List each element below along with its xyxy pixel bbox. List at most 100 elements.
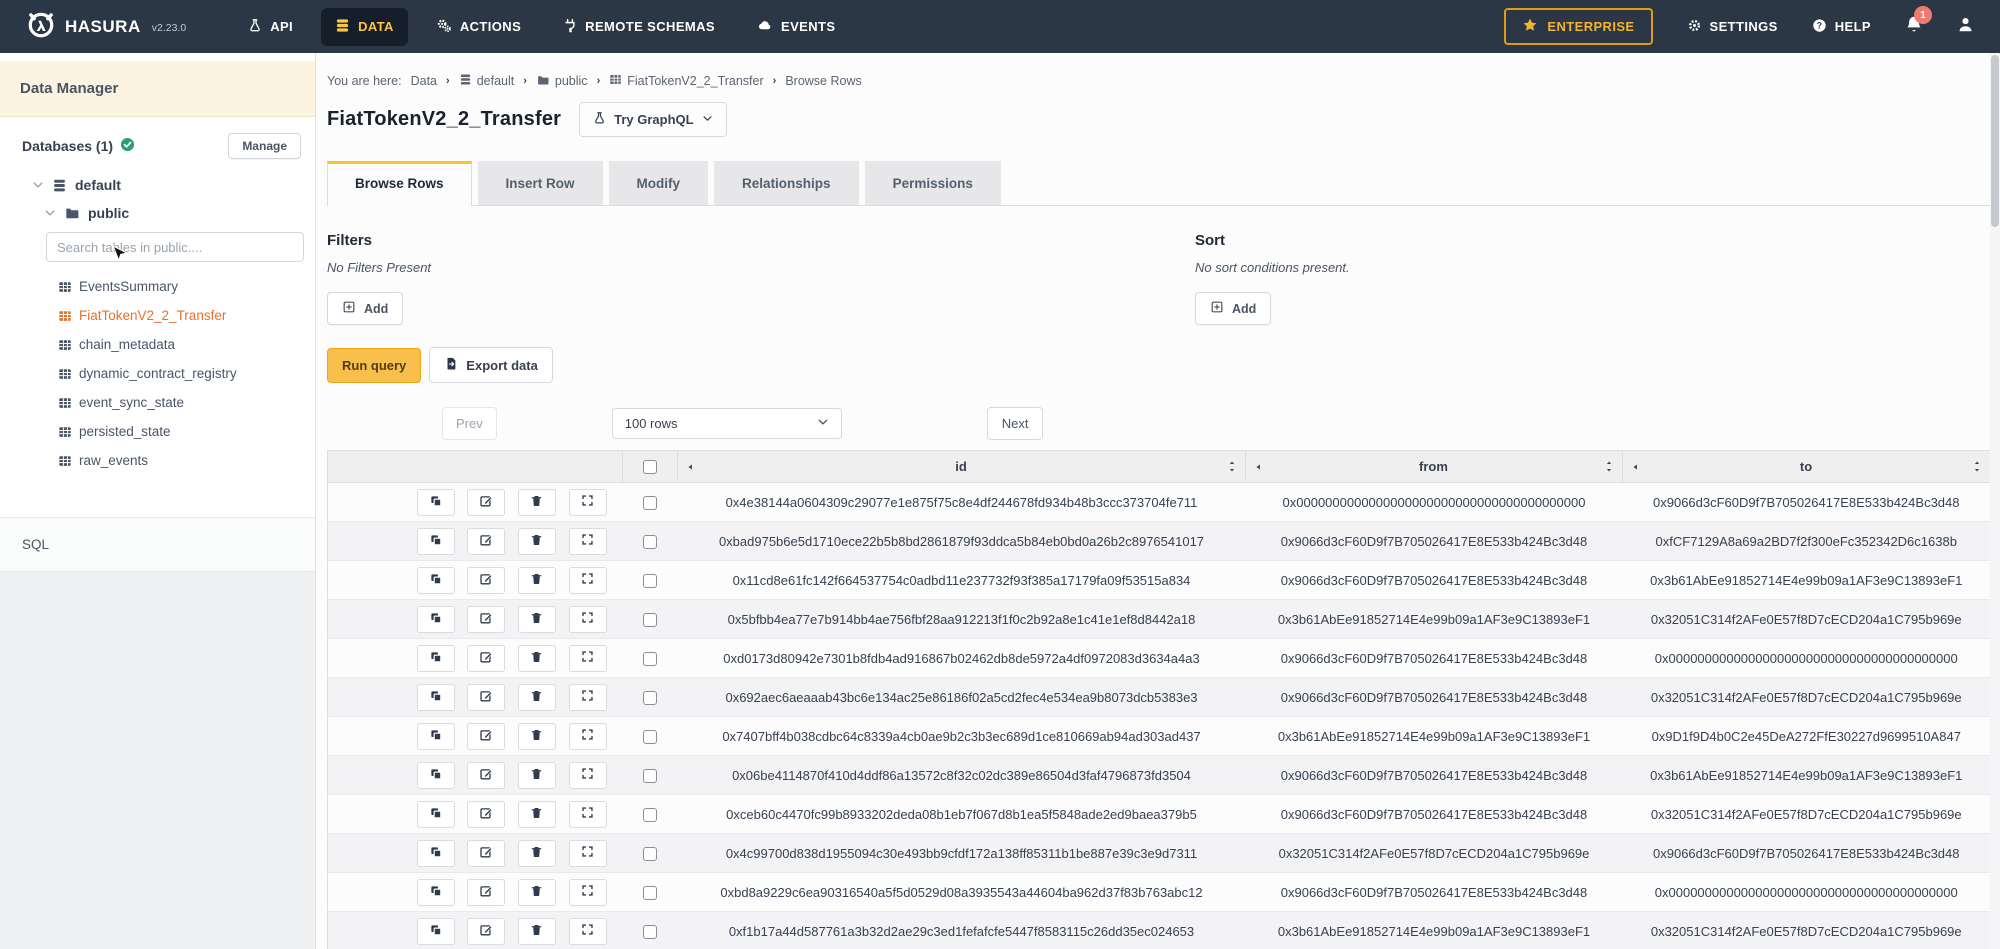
delete-row-button[interactable] [518, 606, 556, 633]
row-checkbox[interactable] [643, 925, 657, 939]
delete-row-button[interactable] [518, 567, 556, 594]
sort-icon[interactable] [1972, 460, 1982, 473]
enterprise-button[interactable]: ENTERPRISE [1504, 8, 1652, 45]
delete-row-button[interactable] [518, 489, 556, 516]
clone-row-button[interactable] [417, 489, 455, 516]
sort-icon[interactable] [1227, 460, 1237, 473]
sidebar-database-default[interactable]: default [32, 177, 315, 193]
edit-row-button[interactable] [467, 606, 505, 633]
sidebar-schema-public[interactable]: public [44, 205, 315, 221]
manage-button[interactable]: Manage [228, 133, 301, 159]
tab-browse-rows[interactable]: Browse Rows [327, 161, 472, 206]
row-checkbox[interactable] [643, 496, 657, 510]
breadcrumb-browse-rows[interactable]: Browse Rows [785, 74, 861, 88]
sidebar-table-item[interactable]: persisted_state [0, 417, 315, 446]
breadcrumb-public[interactable]: public [536, 74, 588, 89]
row-checkbox[interactable] [643, 847, 657, 861]
search-tables-input[interactable] [46, 232, 304, 262]
sidebar-table-item[interactable]: chain_metadata [0, 330, 315, 359]
expand-row-button[interactable] [569, 606, 607, 633]
delete-row-button[interactable] [518, 723, 556, 750]
tab-modify[interactable]: Modify [609, 161, 709, 205]
expand-row-button[interactable] [569, 723, 607, 750]
edit-row-button[interactable] [467, 645, 505, 672]
delete-row-button[interactable] [518, 918, 556, 945]
clone-row-button[interactable] [417, 645, 455, 672]
row-checkbox[interactable] [643, 652, 657, 666]
sidebar-sql-section[interactable]: SQL [0, 518, 315, 572]
expand-row-button[interactable] [569, 567, 607, 594]
clone-row-button[interactable] [417, 606, 455, 633]
column-header-from[interactable]: from [1246, 451, 1623, 483]
edit-row-button[interactable] [467, 489, 505, 516]
sidebar-table-item[interactable]: EventsSummary [0, 272, 315, 301]
run-query-button[interactable]: Run query [327, 348, 421, 383]
row-checkbox[interactable] [643, 808, 657, 822]
row-checkbox[interactable] [643, 730, 657, 744]
collapse-column-icon[interactable] [686, 462, 695, 472]
tab-relationships[interactable]: Relationships [714, 161, 859, 205]
sort-icon[interactable] [1604, 460, 1614, 473]
notification-bell[interactable]: 1 [1905, 15, 1923, 38]
column-header-id[interactable]: id [678, 451, 1246, 483]
next-page-button[interactable]: Next [987, 407, 1044, 440]
clone-row-button[interactable] [417, 918, 455, 945]
export-data-button[interactable]: Export data [429, 347, 553, 383]
settings-button[interactable]: SETTINGS [1687, 18, 1778, 36]
edit-row-button[interactable] [467, 528, 505, 555]
tab-permissions[interactable]: Permissions [865, 161, 1001, 205]
edit-row-button[interactable] [467, 918, 505, 945]
user-menu[interactable] [1957, 16, 1974, 38]
delete-row-button[interactable] [518, 645, 556, 672]
clone-row-button[interactable] [417, 762, 455, 789]
row-checkbox[interactable] [643, 691, 657, 705]
edit-row-button[interactable] [467, 723, 505, 750]
help-button[interactable]: ? HELP [1812, 18, 1871, 36]
expand-row-button[interactable] [569, 489, 607, 516]
clone-row-button[interactable] [417, 528, 455, 555]
tab-insert-row[interactable]: Insert Row [478, 161, 603, 205]
clone-row-button[interactable] [417, 879, 455, 906]
collapse-column-icon[interactable] [1254, 462, 1263, 472]
row-checkbox[interactable] [643, 574, 657, 588]
expand-row-button[interactable] [569, 528, 607, 555]
edit-row-button[interactable] [467, 840, 505, 867]
edit-row-button[interactable] [467, 879, 505, 906]
sidebar-table-item[interactable]: FiatTokenV2_2_Transfer [0, 301, 315, 330]
delete-row-button[interactable] [518, 879, 556, 906]
column-header-to[interactable]: to [1623, 451, 1991, 483]
clone-row-button[interactable] [417, 567, 455, 594]
delete-row-button[interactable] [518, 684, 556, 711]
row-checkbox[interactable] [643, 613, 657, 627]
delete-row-button[interactable] [518, 801, 556, 828]
expand-row-button[interactable] [569, 801, 607, 828]
edit-row-button[interactable] [467, 567, 505, 594]
try-graphql-button[interactable]: Try GraphQL [579, 102, 726, 137]
rows-per-page-select[interactable]: 100 rows [612, 408, 842, 439]
add-filter-button[interactable]: Add [327, 292, 403, 325]
prev-page-button[interactable]: Prev [442, 407, 497, 440]
sidebar-table-item[interactable]: dynamic_contract_registry [0, 359, 315, 388]
edit-row-button[interactable] [467, 762, 505, 789]
nav-item-api[interactable]: API [234, 8, 307, 46]
delete-row-button[interactable] [518, 762, 556, 789]
expand-row-button[interactable] [569, 918, 607, 945]
chevron-down-icon[interactable] [44, 207, 56, 219]
row-checkbox[interactable] [643, 535, 657, 549]
hasura-brand[interactable]: HASURA v2.23.0 [26, 9, 186, 44]
collapse-column-icon[interactable] [1631, 462, 1640, 472]
expand-row-button[interactable] [569, 762, 607, 789]
add-sort-button[interactable]: Add [1195, 292, 1271, 325]
expand-row-button[interactable] [569, 645, 607, 672]
nav-item-remote-schemas[interactable]: REMOTE SCHEMAS [549, 8, 729, 46]
breadcrumb-default[interactable]: default [459, 73, 515, 89]
sidebar-table-item[interactable]: event_sync_state [0, 388, 315, 417]
clone-row-button[interactable] [417, 801, 455, 828]
row-checkbox[interactable] [643, 886, 657, 900]
expand-row-button[interactable] [569, 840, 607, 867]
nav-item-actions[interactable]: ACTIONS [422, 8, 535, 46]
edit-row-button[interactable] [467, 684, 505, 711]
nav-item-events[interactable]: EVENTS [743, 8, 849, 45]
delete-row-button[interactable] [518, 528, 556, 555]
clone-row-button[interactable] [417, 840, 455, 867]
